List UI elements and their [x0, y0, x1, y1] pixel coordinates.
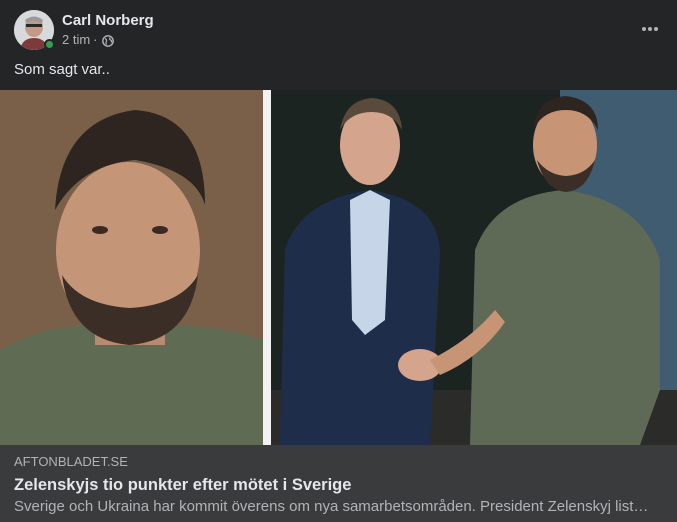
- post-timestamp[interactable]: 2 tim: [62, 31, 90, 49]
- post-header: Carl Norberg 2 tim ·: [14, 10, 154, 50]
- more-horizontal-icon: [642, 27, 658, 31]
- meta-separator: ·: [93, 32, 98, 47]
- online-status-dot: [44, 39, 55, 50]
- post-subline: 2 tim ·: [62, 31, 154, 49]
- more-options-button[interactable]: [639, 18, 661, 40]
- post-meta: Carl Norberg 2 tim ·: [62, 11, 154, 49]
- link-title[interactable]: Zelenskyjs tio punkter efter mötet i Sve…: [14, 474, 663, 496]
- link-preview-image[interactable]: [0, 90, 677, 445]
- link-description: Sverige och Ukraina har kommit överens o…: [14, 498, 649, 515]
- link-preview-card[interactable]: AFTONBLADET.SE Zelenskyjs tio punkter ef…: [0, 445, 677, 522]
- author-avatar-wrap[interactable]: [14, 10, 55, 50]
- post-caption: Som sagt var..: [14, 61, 110, 78]
- feed-post: Carl Norberg 2 tim · Som sagt var.. AFTO…: [0, 0, 677, 522]
- globe-icon[interactable]: [101, 34, 114, 47]
- link-domain: AFTONBLADET.SE: [14, 454, 128, 469]
- author-name[interactable]: Carl Norberg: [62, 11, 154, 30]
